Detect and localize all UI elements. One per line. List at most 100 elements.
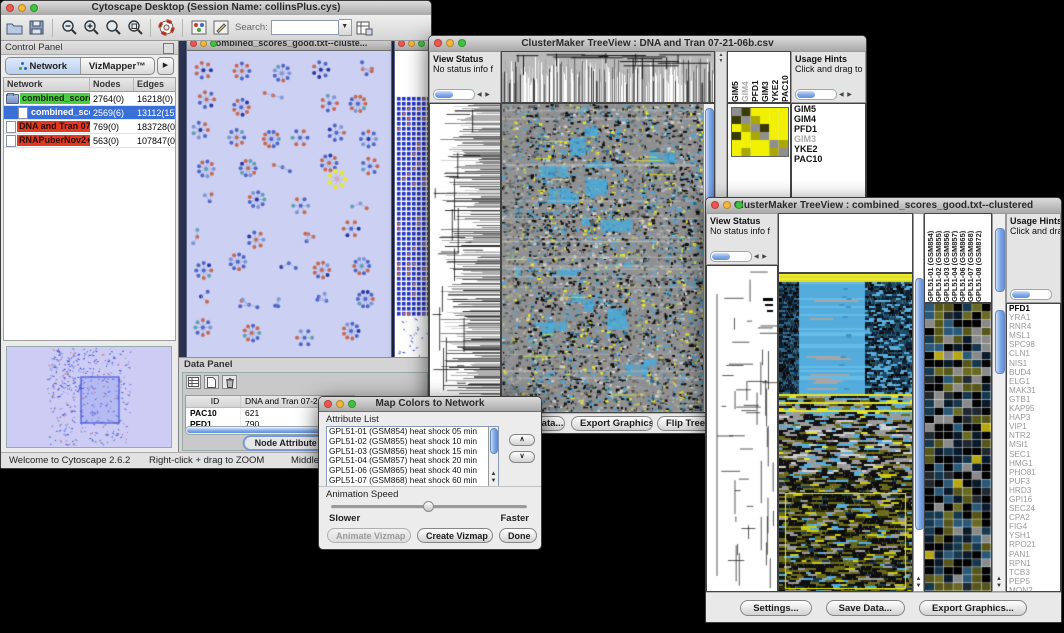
- id-column-header[interactable]: ID: [186, 396, 241, 407]
- zoom-button[interactable]: [458, 39, 466, 47]
- gene-label[interactable]: GIM4: [792, 114, 865, 124]
- settings-button[interactable]: Settings...: [740, 600, 811, 616]
- move-up-button[interactable]: ∧: [509, 434, 535, 446]
- column-label[interactable]: GPL51-03 (GSM856): [942, 214, 950, 302]
- delete-attribute-trash-icon[interactable]: [222, 375, 237, 389]
- gene-label[interactable]: GTB1: [1007, 395, 1060, 404]
- new-attribute-icon[interactable]: [204, 375, 219, 389]
- zoom-button[interactable]: [210, 41, 217, 47]
- gene-label[interactable]: MAK31: [1007, 386, 1060, 395]
- save-icon[interactable]: [27, 18, 46, 37]
- float-panel-icon[interactable]: [163, 43, 174, 54]
- minimize-button[interactable]: [446, 39, 454, 47]
- close-button[interactable]: [398, 41, 405, 47]
- column-label[interactable]: GPL51-07 (GSM868): [966, 214, 974, 302]
- zoom-fit-icon[interactable]: [103, 18, 122, 37]
- column-header-nodes[interactable]: Nodes: [90, 78, 134, 91]
- row-dendrogram-canvas[interactable]: [707, 266, 777, 591]
- zoom-in-icon[interactable]: [81, 18, 100, 37]
- export-graphics-button[interactable]: Export Graphics...: [571, 416, 653, 431]
- column-label[interactable]: GIM3: [760, 52, 770, 102]
- gene-label[interactable]: PHO81: [1007, 468, 1060, 477]
- gene-label[interactable]: YSH1: [1007, 531, 1060, 540]
- gene-label[interactable]: TCB3: [1007, 568, 1060, 577]
- tab-overflow-button[interactable]: ▶: [157, 57, 174, 75]
- column-label[interactable]: PAC10: [780, 52, 790, 102]
- gene-label[interactable]: RNR4: [1007, 322, 1060, 331]
- status-scrollbar[interactable]: ◀ ▶: [433, 89, 491, 100]
- heatmap-canvas[interactable]: [779, 274, 912, 591]
- gene-label[interactable]: YKE2: [792, 144, 865, 154]
- select-attributes-icon[interactable]: [186, 375, 201, 389]
- column-label[interactable]: GPL51-02 (GSM855): [934, 214, 942, 302]
- gene-label[interactable]: HMG1: [1007, 459, 1060, 468]
- gene-label[interactable]: GIM5: [792, 104, 865, 114]
- gene-label[interactable]: PFD1: [792, 124, 865, 134]
- network-list-item[interactable]: combined_sco2569(6)13112(15): [4, 106, 175, 120]
- column-label[interactable]: PFD1: [750, 52, 760, 102]
- zoom-button[interactable]: [735, 201, 743, 209]
- gene-label[interactable]: MSL1: [1007, 331, 1060, 340]
- gene-list-vscrollbar[interactable]: ▲▼: [992, 213, 1006, 592]
- network-list-item[interactable]: combined_scores2764(0)16218(0): [4, 92, 175, 106]
- gene-label[interactable]: PEP5: [1007, 577, 1060, 586]
- gene-label[interactable]: ELG1: [1007, 377, 1060, 386]
- attribute-browser-icon[interactable]: [355, 18, 374, 37]
- save-data-button[interactable]: Save Data...: [826, 600, 905, 616]
- column-dendrogram-canvas[interactable]: [502, 52, 714, 102]
- similarity-matrix-canvas[interactable]: [731, 107, 789, 157]
- gene-label[interactable]: CLN1: [1007, 349, 1060, 358]
- gene-label[interactable]: NIS1: [1007, 359, 1060, 368]
- gene-label[interactable]: FIG4: [1007, 522, 1060, 531]
- help-lifering-icon[interactable]: [157, 18, 176, 37]
- gene-label[interactable]: GIM3: [792, 134, 865, 144]
- status-scrollbar[interactable]: ◀ ▶: [710, 251, 768, 262]
- attribute-list-scrollbar[interactable]: ▲▼: [488, 427, 498, 486]
- close-button[interactable]: [324, 400, 332, 408]
- heatmap-canvas[interactable]: [502, 104, 703, 412]
- zoom-button[interactable]: [348, 400, 356, 408]
- gene-label[interactable]: HRD3: [1007, 486, 1060, 495]
- attribute-list-item[interactable]: GPL51-07 (GSM868) heat shock 60 min: [327, 476, 498, 486]
- annotation-icon[interactable]: [211, 18, 230, 37]
- hints-scrollbar[interactable]: [1010, 289, 1052, 300]
- gene-label[interactable]: KAP95: [1007, 404, 1060, 413]
- gene-label[interactable]: RPO21: [1007, 540, 1060, 549]
- gene-label[interactable]: SPC98: [1007, 340, 1060, 349]
- gene-label[interactable]: PUF3: [1007, 477, 1060, 486]
- done-button[interactable]: Done: [499, 528, 537, 543]
- main-title-bar[interactable]: Cytoscape Desktop (Session Name: collins…: [1, 1, 431, 16]
- minimize-button[interactable]: [723, 201, 731, 209]
- gene-label[interactable]: PAC10: [792, 154, 865, 164]
- vizmapper-icon[interactable]: [189, 18, 208, 37]
- tab-vizmapper[interactable]: VizMapper™: [81, 58, 155, 74]
- gene-label[interactable]: BUD4: [1007, 368, 1060, 377]
- row-dendrogram-canvas[interactable]: [430, 104, 500, 412]
- close-button[interactable]: [190, 41, 197, 47]
- gene-label[interactable]: SEC1: [1007, 450, 1060, 459]
- column-label[interactable]: GPL51-06 (GSM865): [958, 214, 966, 302]
- network-overview-panel[interactable]: [6, 346, 172, 448]
- network-list-item[interactable]: RNAPuberNov2+563(0)107847(0): [4, 134, 175, 148]
- zoom-out-icon[interactable]: [59, 18, 78, 37]
- column-label[interactable]: GIM4: [740, 52, 750, 102]
- gene-label[interactable]: NTR2: [1007, 431, 1060, 440]
- close-button[interactable]: [6, 4, 14, 12]
- treeview1-title-bar[interactable]: ClusterMaker TreeView : DNA and Tran 07-…: [429, 36, 866, 52]
- move-down-button[interactable]: ∨: [509, 451, 535, 463]
- minimize-button[interactable]: [200, 41, 207, 47]
- network-list-item[interactable]: DNA and Tran 07769(0)183728(0): [4, 120, 175, 134]
- hints-scrollbar[interactable]: ◀ ▶: [795, 89, 853, 100]
- close-button[interactable]: [711, 201, 719, 209]
- zoom-button[interactable]: [418, 41, 425, 47]
- network-view-canvas[interactable]: [187, 51, 389, 366]
- minimize-button[interactable]: [336, 400, 344, 408]
- search-input[interactable]: [271, 20, 339, 35]
- tab-network[interactable]: Network: [6, 58, 81, 74]
- column-label[interactable]: GPL51-04 (GSM857): [950, 214, 958, 302]
- network-overview-canvas[interactable]: [7, 347, 171, 447]
- column-label[interactable]: GPL51-08 (GSM872): [974, 214, 982, 302]
- create-vizmap-button[interactable]: Create Vizmap: [417, 528, 493, 543]
- minimize-button[interactable]: [408, 41, 415, 47]
- gene-label[interactable]: YRA1: [1007, 313, 1060, 322]
